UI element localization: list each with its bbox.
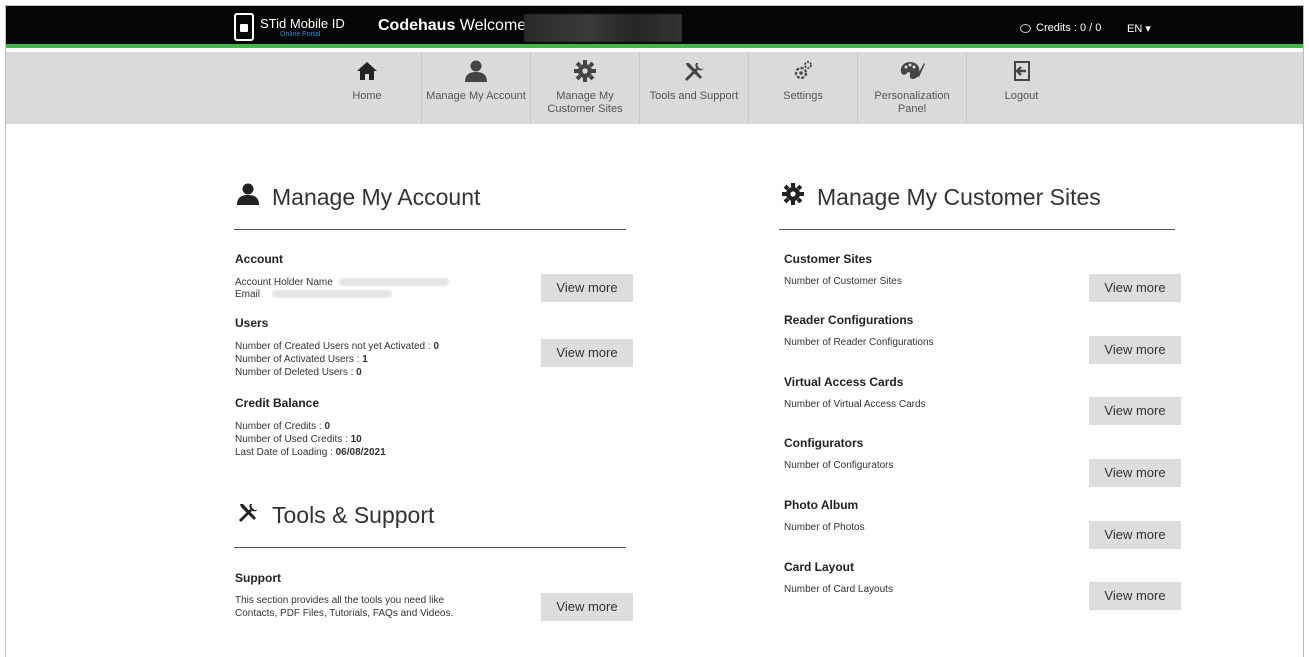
view-more-configurators-button[interactable]: View more (1089, 459, 1181, 487)
users-deleted-row: Number of Deleted Users : 0 (235, 367, 362, 378)
user-icon (422, 60, 530, 90)
reader-config-desc: Number of Reader Configurations (784, 337, 934, 348)
top-bar: STid Mobile ID Online Portal Codehaus We… (6, 6, 1303, 48)
credit-balance-heading: Credit Balance (235, 396, 320, 410)
support-heading: Support (235, 571, 281, 585)
settings-icon (749, 60, 857, 90)
page-frame: STid Mobile ID Online Portal Codehaus We… (5, 5, 1304, 657)
section-title-tools: Tools & Support (234, 501, 434, 529)
account-holder-label: Account Holder Name (235, 277, 333, 288)
brand-logo[interactable]: STid Mobile ID Online Portal (234, 12, 345, 42)
view-more-account-button[interactable]: View more (541, 274, 633, 302)
main-nav: Home Manage My Account Manage My Custome… (6, 52, 1303, 124)
brand-name: STid Mobile ID (260, 15, 345, 31)
card-layout-heading: Card Layout (784, 560, 855, 574)
user-icon (234, 183, 262, 211)
customer-sites-desc: Number of Customer Sites (784, 276, 902, 287)
support-desc-line2: Contacts, PDF Files, Tutorials, FAQs and… (235, 608, 454, 619)
credits-indicator: Credits : 0 / 0 (1020, 22, 1101, 34)
used-credits-row: Number of Used Credits : 10 (235, 434, 362, 445)
support-desc-line1: This section provides all the tools you … (235, 595, 445, 606)
divider (779, 229, 1175, 230)
view-more-support-button[interactable]: View more (541, 593, 633, 621)
reader-config-heading: Reader Configurations (784, 313, 914, 327)
photo-album-desc: Number of Photos (784, 522, 865, 533)
nav-label: Logout (1004, 90, 1039, 102)
account-heading: Account (235, 252, 283, 266)
section-title-sites: Manage My Customer Sites (779, 183, 1101, 211)
gear-icon (779, 183, 807, 211)
divider (234, 547, 626, 548)
credits-text: Credits : 0 / 0 (1036, 22, 1102, 34)
credits-row: Number of Credits : 0 (235, 421, 331, 432)
logout-icon (967, 60, 1076, 90)
nav-logout[interactable]: Logout (967, 52, 1076, 124)
view-more-users-button[interactable]: View more (541, 339, 633, 367)
phone-lock-icon (234, 13, 254, 41)
card-layout-desc: Number of Card Layouts (784, 584, 893, 595)
last-loading-row: Last Date of Loading : 06/08/2021 (235, 447, 386, 458)
redacted-user-name (524, 14, 682, 42)
nav-settings[interactable]: Settings (749, 52, 858, 124)
redacted-email (272, 290, 393, 299)
gear-icon (531, 60, 639, 90)
section-title-text: Manage My Customer Sites (817, 183, 1101, 210)
tools-icon (640, 60, 748, 90)
users-heading: Users (235, 316, 269, 330)
palette-icon (858, 60, 966, 90)
users-activated-row: Number of Activated Users : 1 (235, 354, 368, 365)
welcome-text: Welcome (455, 17, 527, 34)
configurators-desc: Number of Configurators (784, 460, 894, 471)
view-more-card-layout-button[interactable]: View more (1089, 582, 1181, 610)
view-more-reader-config-button[interactable]: View more (1089, 336, 1181, 364)
language-selector[interactable]: EN ▾ (1127, 22, 1151, 35)
nav-personalization[interactable]: Personalization Panel (858, 52, 967, 124)
nav-tools-support[interactable]: Tools and Support (640, 52, 749, 124)
section-title-text: Tools & Support (272, 501, 435, 528)
view-more-photo-album-button[interactable]: View more (1089, 521, 1181, 549)
nav-label: Settings (783, 90, 823, 102)
account-holder-row: Account Holder Name (235, 277, 449, 288)
redacted-holder-name (338, 278, 449, 287)
photo-album-heading: Photo Album (784, 498, 859, 512)
configurators-heading: Configurators (784, 436, 864, 450)
section-title-text: Manage My Account (272, 183, 481, 210)
home-icon (313, 60, 421, 90)
customer-sites-heading: Customer Sites (784, 252, 873, 266)
section-title-account: Manage My Account (234, 183, 480, 211)
email-label: Email (235, 289, 261, 300)
divider (234, 229, 626, 230)
company-name: Codehaus (378, 17, 456, 34)
nav-manage-account[interactable]: Manage My Account (422, 52, 531, 124)
users-not-activated-row: Number of Created Users not yet Activate… (235, 341, 439, 352)
nav-manage-sites[interactable]: Manage My Customer Sites (531, 52, 640, 124)
nav-label: Tools and Support (649, 90, 739, 102)
view-more-customer-sites-button[interactable]: View more (1089, 274, 1181, 302)
nav-label: Manage My Account (426, 90, 526, 102)
welcome-message: Codehaus Welcome (378, 17, 526, 35)
email-row: Email (235, 289, 393, 300)
nav-label: Personalization Panel (874, 90, 950, 115)
nav-label: Manage My Customer Sites (547, 90, 623, 115)
tools-icon (234, 501, 262, 529)
nav-home[interactable]: Home (313, 52, 422, 124)
virtual-cards-desc: Number of Virtual Access Cards (784, 399, 926, 410)
brand-subtitle: Online Portal (280, 30, 321, 38)
coins-icon (1020, 23, 1031, 33)
virtual-cards-heading: Virtual Access Cards (784, 375, 904, 389)
nav-label: Home (352, 90, 382, 102)
view-more-virtual-cards-button[interactable]: View more (1089, 397, 1181, 425)
